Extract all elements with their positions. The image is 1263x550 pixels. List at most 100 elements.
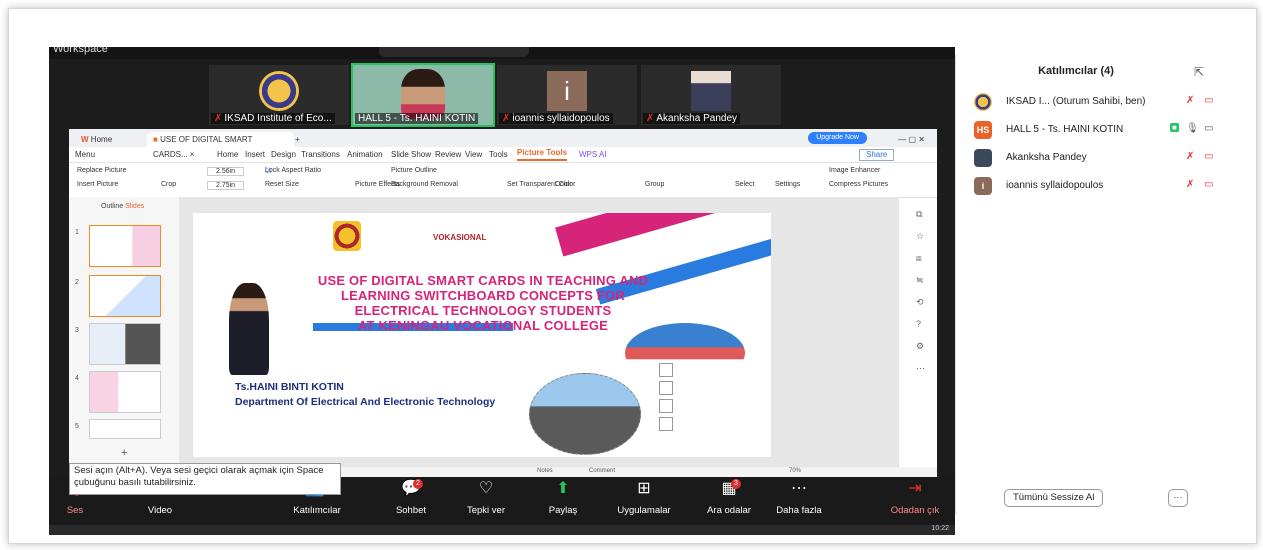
avatar: i (974, 177, 992, 195)
breakout-rooms-button[interactable]: ▦ 3 Ara odalar (699, 479, 759, 516)
mic-muted-icon[interactable]: ✗ (1186, 95, 1194, 106)
more-button[interactable]: ⋯ Daha fazla (769, 479, 829, 516)
mute-all-button[interactable]: Tümünü Sessize Al (1004, 489, 1104, 507)
participant-row[interactable]: Akanksha Pandey ✗ ▭ (974, 147, 1254, 169)
add-slide-button[interactable]: + (121, 447, 127, 459)
share-button[interactable]: Share (859, 149, 895, 161)
menu-tools[interactable]: Tools (489, 147, 508, 162)
menu-transitions[interactable]: Transitions (301, 147, 340, 162)
more-icon[interactable]: ⋯ (916, 363, 925, 374)
help-icon[interactable]: ? (916, 319, 921, 329)
popout-icon[interactable]: ⇱ (1194, 65, 1204, 79)
mic-muted-icon[interactable]: ✗ (1186, 151, 1194, 162)
image-tool-button[interactable] (659, 363, 673, 377)
width-field[interactable]: 2.56in (207, 167, 245, 176)
video-tile-haini[interactable]: HALL 5 - Ts. HAINI KOTIN (351, 63, 495, 127)
share-screen-icon: ⬆ (556, 480, 570, 497)
more-icon: ⋯ (791, 480, 807, 497)
slide-thumbnail-2[interactable] (89, 275, 161, 317)
slide-number: 3 (75, 327, 79, 334)
avatar (974, 149, 992, 167)
crop-button[interactable]: Crop (161, 181, 176, 188)
image-enhancer-button[interactable]: Image Enhancer (829, 167, 880, 174)
settings-button[interactable]: Settings (775, 181, 800, 188)
react-button[interactable]: ♡ Tepki ver (461, 479, 511, 516)
upgrade-button[interactable]: Upgrade Now (808, 132, 867, 144)
taskbar-strip: 10:22 (49, 525, 955, 535)
slide-number: 2 (75, 279, 79, 286)
breakout-icon: ▦ (721, 480, 737, 497)
shared-screen-wps: W Home ■ USE OF DIGITAL SMART CARDS... ×… (69, 129, 937, 477)
mic-icon[interactable]: 🎙 (1186, 123, 1199, 134)
insert-picture-button[interactable]: Insert Picture (77, 181, 118, 188)
select-button[interactable]: Select (735, 181, 754, 188)
chat-button[interactable]: 💬 2 Sohbet (389, 479, 433, 516)
star-icon[interactable]: ☆ (916, 231, 924, 242)
participant-row[interactable]: IKSAD I... (Oturum Sahibi, ben) ✗ ▭ (974, 91, 1254, 113)
menu-slide-show[interactable]: Slide Show (391, 147, 431, 162)
video-off-icon[interactable]: ▭ (1204, 179, 1213, 190)
menu-review[interactable]: Review (435, 147, 461, 162)
menu-insert[interactable]: Insert (245, 147, 265, 162)
tab-home[interactable]: W Home (75, 132, 118, 147)
compress-pictures-button[interactable]: Compress Pictures (829, 181, 888, 188)
menu-view[interactable]: View (465, 147, 482, 162)
replace-picture-button[interactable]: Replace Picture (77, 167, 126, 174)
height-field[interactable]: 2.75in (207, 181, 245, 190)
new-tab-button[interactable]: + (289, 132, 306, 147)
panel-more-button[interactable]: ··· (1168, 489, 1188, 507)
slide-thumbnail-4[interactable] (89, 371, 161, 413)
group-photo-1 (625, 323, 745, 383)
ppt-icon: ■ (153, 135, 158, 144)
screenshot-frame: Workspace ✗ IKSAD Institute of Eco... HAL… (8, 8, 1257, 544)
apps-button[interactable]: ⊞ Uygulamalar (609, 479, 679, 516)
slide-thumbnail-5[interactable] (89, 419, 161, 439)
picture-outline-button[interactable]: Picture Outline (391, 167, 437, 174)
wps-logo-icon: W (81, 135, 89, 144)
group-photo-2[interactable] (529, 373, 641, 455)
notes-button[interactable]: Notes (537, 468, 553, 474)
video-tile-akanksha[interactable]: ✗ Akanksha Pandey (641, 65, 781, 125)
menu-main[interactable]: Menu (75, 147, 95, 162)
history-icon[interactable]: ⟲ (916, 297, 924, 308)
slide-thumbnail-1[interactable] (89, 225, 161, 267)
slides-tab[interactable]: Slides (125, 203, 144, 210)
video-tile-label: ✗ Akanksha Pandey (643, 113, 741, 124)
video-icon[interactable]: ▭ (1204, 123, 1213, 134)
image-tool-button[interactable] (659, 399, 673, 413)
image-tool-button[interactable] (659, 381, 673, 395)
participants-panel: Katılımcılar (4) ⇱ IKSAD I... (Oturum Sa… (955, 55, 1256, 515)
participant-row[interactable]: HS HALL 5 - Ts. HAINI KOTIN ■ 🎙 ▭ (974, 119, 1254, 141)
menu-design[interactable]: Design (271, 147, 296, 162)
video-tile-ioannis[interactable]: i ✗ ioannis syllaidopoulos (497, 65, 637, 125)
video-off-icon[interactable]: ▭ (1204, 151, 1213, 162)
menu-picture-tools[interactable]: Picture Tools (517, 147, 568, 161)
menu-wps-ai[interactable]: WPS AI (579, 147, 607, 162)
tab-document[interactable]: ■ USE OF DIGITAL SMART CARDS... × (147, 132, 294, 159)
color-button[interactable]: Color (555, 181, 572, 188)
video-off-icon[interactable]: ▭ (1204, 95, 1213, 106)
mic-muted-icon[interactable]: ✗ (1186, 179, 1194, 190)
leave-button[interactable]: ⇥ Odadan çık (885, 479, 945, 516)
reset-size-button[interactable]: Reset Size (265, 181, 299, 188)
menu-animation[interactable]: Animation (347, 147, 383, 162)
background-removal-button[interactable]: Background Removal (391, 181, 458, 188)
menu-home[interactable]: Home (217, 147, 238, 162)
apps-badge: 3 (731, 479, 741, 489)
screen-share-tab[interactable] (379, 47, 529, 57)
group-button[interactable]: Group (645, 181, 664, 188)
image-tool-button[interactable] (659, 417, 673, 431)
adjust-icon[interactable]: ≒ (916, 275, 924, 286)
window-controls[interactable]: — ▢ ✕ (892, 132, 931, 147)
outline-tab[interactable]: Outline (101, 203, 123, 210)
video-tile-iksad[interactable]: ✗ IKSAD Institute of Eco... (209, 65, 349, 125)
properties-icon[interactable]: ⧉ (916, 209, 922, 220)
participant-row[interactable]: i ioannis syllaidopoulos ✗ ▭ (974, 175, 1254, 197)
share-screen-button[interactable]: ⬆ Paylaş (541, 479, 585, 516)
comment-button[interactable]: Comment (589, 468, 615, 474)
settings-icon[interactable]: ⚙ (916, 341, 924, 352)
slide-editor[interactable]: VOKASIONAL USE OF DIGITAL SMART CARDS IN… (193, 213, 771, 457)
slide-thumbnail-3[interactable] (89, 323, 161, 365)
zoom-level[interactable]: 70% (789, 468, 801, 474)
shapes-icon[interactable]: ⧈ (916, 253, 922, 264)
